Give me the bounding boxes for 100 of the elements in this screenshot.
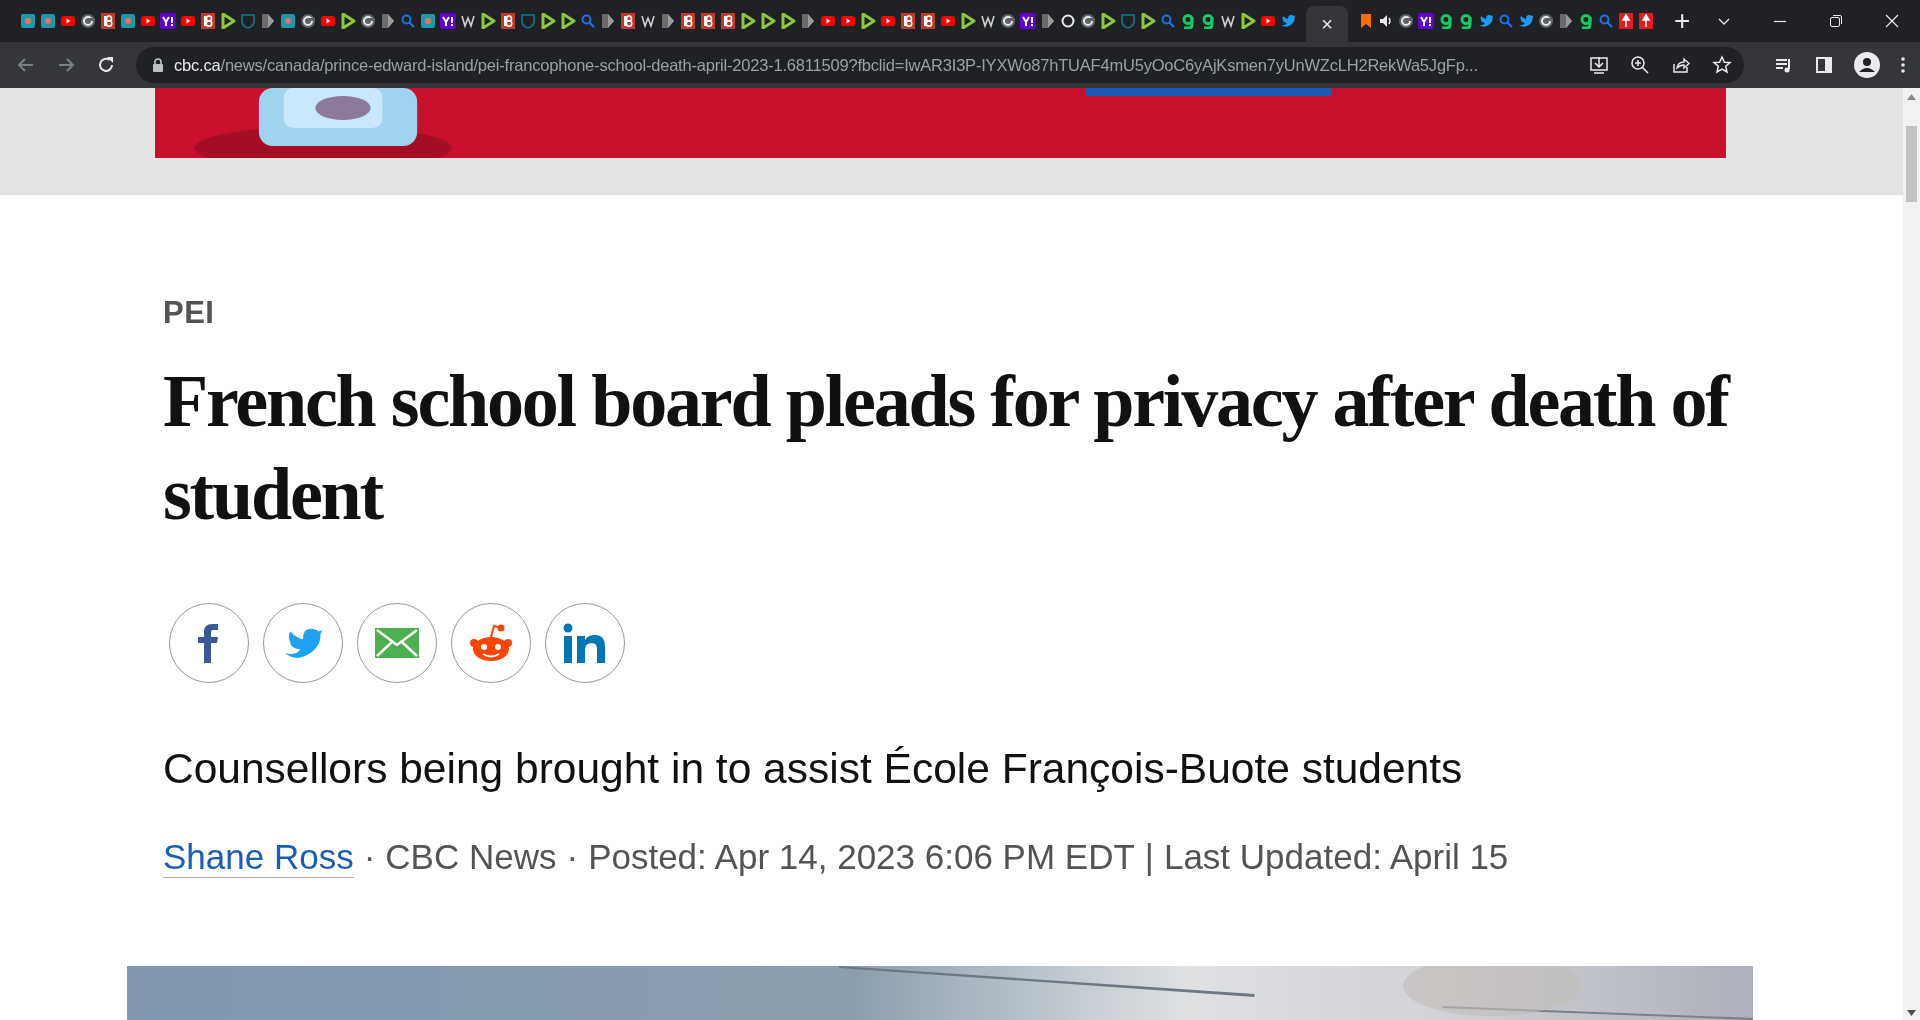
scroll-down-icon[interactable]: [1907, 1010, 1916, 1016]
favicon-icon: [1418, 13, 1434, 29]
search-icon: [1498, 13, 1514, 29]
favicon-icon: [380, 13, 396, 29]
scroll-up-icon[interactable]: [1907, 94, 1916, 100]
favicon-icon: [540, 13, 556, 29]
favicon-icon: [900, 13, 916, 29]
favicon-icon: [1060, 13, 1076, 29]
favicon-icon: [1020, 13, 1036, 29]
favicon-icon: [660, 13, 676, 29]
share-icon[interactable]: [1671, 55, 1691, 75]
envelope-icon: [375, 628, 419, 658]
play-button-icon: [880, 13, 896, 29]
restore-icon[interactable]: [1828, 13, 1844, 29]
favicon-icon: [200, 13, 216, 29]
favicon-icon: [1080, 13, 1096, 29]
section-label: PEI: [163, 295, 216, 331]
favicon-icon: [920, 13, 936, 29]
byline-text: CBC News: [385, 837, 557, 877]
favicon-icon: [440, 13, 456, 29]
favicon-icon: [1558, 13, 1574, 29]
favicon-icon: [480, 13, 496, 29]
favicon-icon: [260, 13, 276, 29]
url-text: cbc.ca/news/canada/prince-edward-island/pei-francophone-school-death-april-2023-1.6811509?fbclid=IwAR3I3P-IYXWo87hTUAF4mU5yOoC6yAjKsmen7yUnWZcLH2RekWa5JgFp...: [174, 55, 1479, 75]
favicon-icon: [600, 13, 616, 29]
favicon-icon: [980, 13, 996, 29]
favicon-icon: [1638, 13, 1654, 29]
favicon-icon: [220, 13, 236, 29]
headline: French school board pleads for privacy after death of student: [163, 359, 1731, 537]
favicon-icon: [1140, 13, 1156, 29]
play-button-icon: [180, 13, 196, 29]
close-tab-button[interactable]: ×: [1321, 14, 1333, 34]
address-bar[interactable]: cbc.ca/news/canada/prince-edward-island/pei-francophone-school-death-april-2023-1.6811509?fbclid=IwAR3I3P-IYXWo87hTUAF4mU5yOoC6yAjKsmen7yUnWZcLH2RekWa5JgFp...: [136, 47, 1744, 83]
favicon-icon: [640, 13, 656, 29]
byline-text: Last Updated: April 15: [1163, 837, 1509, 877]
play-button-icon: [940, 13, 956, 29]
new-tab-button[interactable]: +: [1674, 7, 1691, 35]
favicon-icon: [500, 13, 516, 29]
play-button-icon: [320, 13, 336, 29]
close-icon[interactable]: [1884, 13, 1900, 29]
author-link[interactable]: Shane Ross: [163, 837, 354, 878]
favicon-icon: [460, 13, 476, 29]
play-button-icon: [820, 13, 836, 29]
scrollbar[interactable]: [1903, 88, 1920, 1020]
browser-tab[interactable]: ×: [1306, 6, 1348, 42]
search-icon: [580, 13, 596, 29]
favicon-icon: [760, 13, 776, 29]
favicon-icon: [1220, 13, 1236, 29]
byline-text: Posted: Apr 14, 2023 6:06 PM EDT: [588, 837, 1135, 877]
profile-icon[interactable]: [1854, 52, 1880, 78]
favicon-icon: [860, 13, 876, 29]
favicon-icon: [800, 13, 816, 29]
byline-text: ·: [363, 837, 376, 877]
favicon-icon: [520, 13, 536, 29]
favicon-icon: [100, 13, 116, 29]
favicon-icon: [1438, 13, 1454, 29]
scrollbar-thumb[interactable]: [1906, 126, 1917, 202]
star-icon[interactable]: [1712, 55, 1732, 75]
play-button-icon: [60, 13, 76, 29]
favicon-icon: [700, 13, 716, 29]
favicon-icon: [120, 13, 136, 29]
favicon-icon: [1100, 13, 1116, 29]
side-panel-icon[interactable]: [1814, 55, 1834, 75]
favicon-icon: [1000, 13, 1016, 29]
favicon-icon: [1398, 13, 1414, 29]
bird-icon: [1280, 13, 1296, 29]
bird-icon: [1478, 13, 1494, 29]
favicon-icon: [240, 13, 256, 29]
favicon-icon: [1618, 13, 1634, 29]
favicon-icon: [40, 13, 56, 29]
favicon-icon: [1200, 13, 1216, 29]
install-icon[interactable]: [1589, 55, 1609, 75]
play-button-icon: [1260, 13, 1276, 29]
favicon-icon: [1538, 13, 1554, 29]
favicon-icon: [560, 13, 576, 29]
favicon-icon: [720, 13, 736, 29]
favicon-icon: [360, 13, 376, 29]
favicon-icon: [1180, 13, 1196, 29]
play-button-icon: [140, 13, 156, 29]
favicon-icon: [680, 13, 696, 29]
favicon-icon: [300, 13, 316, 29]
linkedin-icon: [563, 623, 607, 663]
zoom-icon[interactable]: [1630, 55, 1650, 75]
favicon-icon: [420, 13, 436, 29]
play-button-icon: [840, 13, 856, 29]
search-icon: [1160, 13, 1176, 29]
favicon-icon: [280, 13, 296, 29]
search-icon: [1598, 13, 1614, 29]
favicon-icon: [160, 13, 176, 29]
favicon-icon: [80, 13, 96, 29]
byline-text: ·: [566, 837, 579, 877]
byline-text: |: [1144, 837, 1154, 877]
favicon-icon: [1458, 13, 1474, 29]
reload-icon[interactable]: [96, 55, 116, 75]
menu-icon[interactable]: [1900, 55, 1906, 75]
favicon-icon: [960, 13, 976, 29]
favicon-icon: [1040, 13, 1056, 29]
favicon-icon: [1578, 13, 1594, 29]
bird-icon: [1518, 13, 1534, 29]
search-icon: [400, 13, 416, 29]
